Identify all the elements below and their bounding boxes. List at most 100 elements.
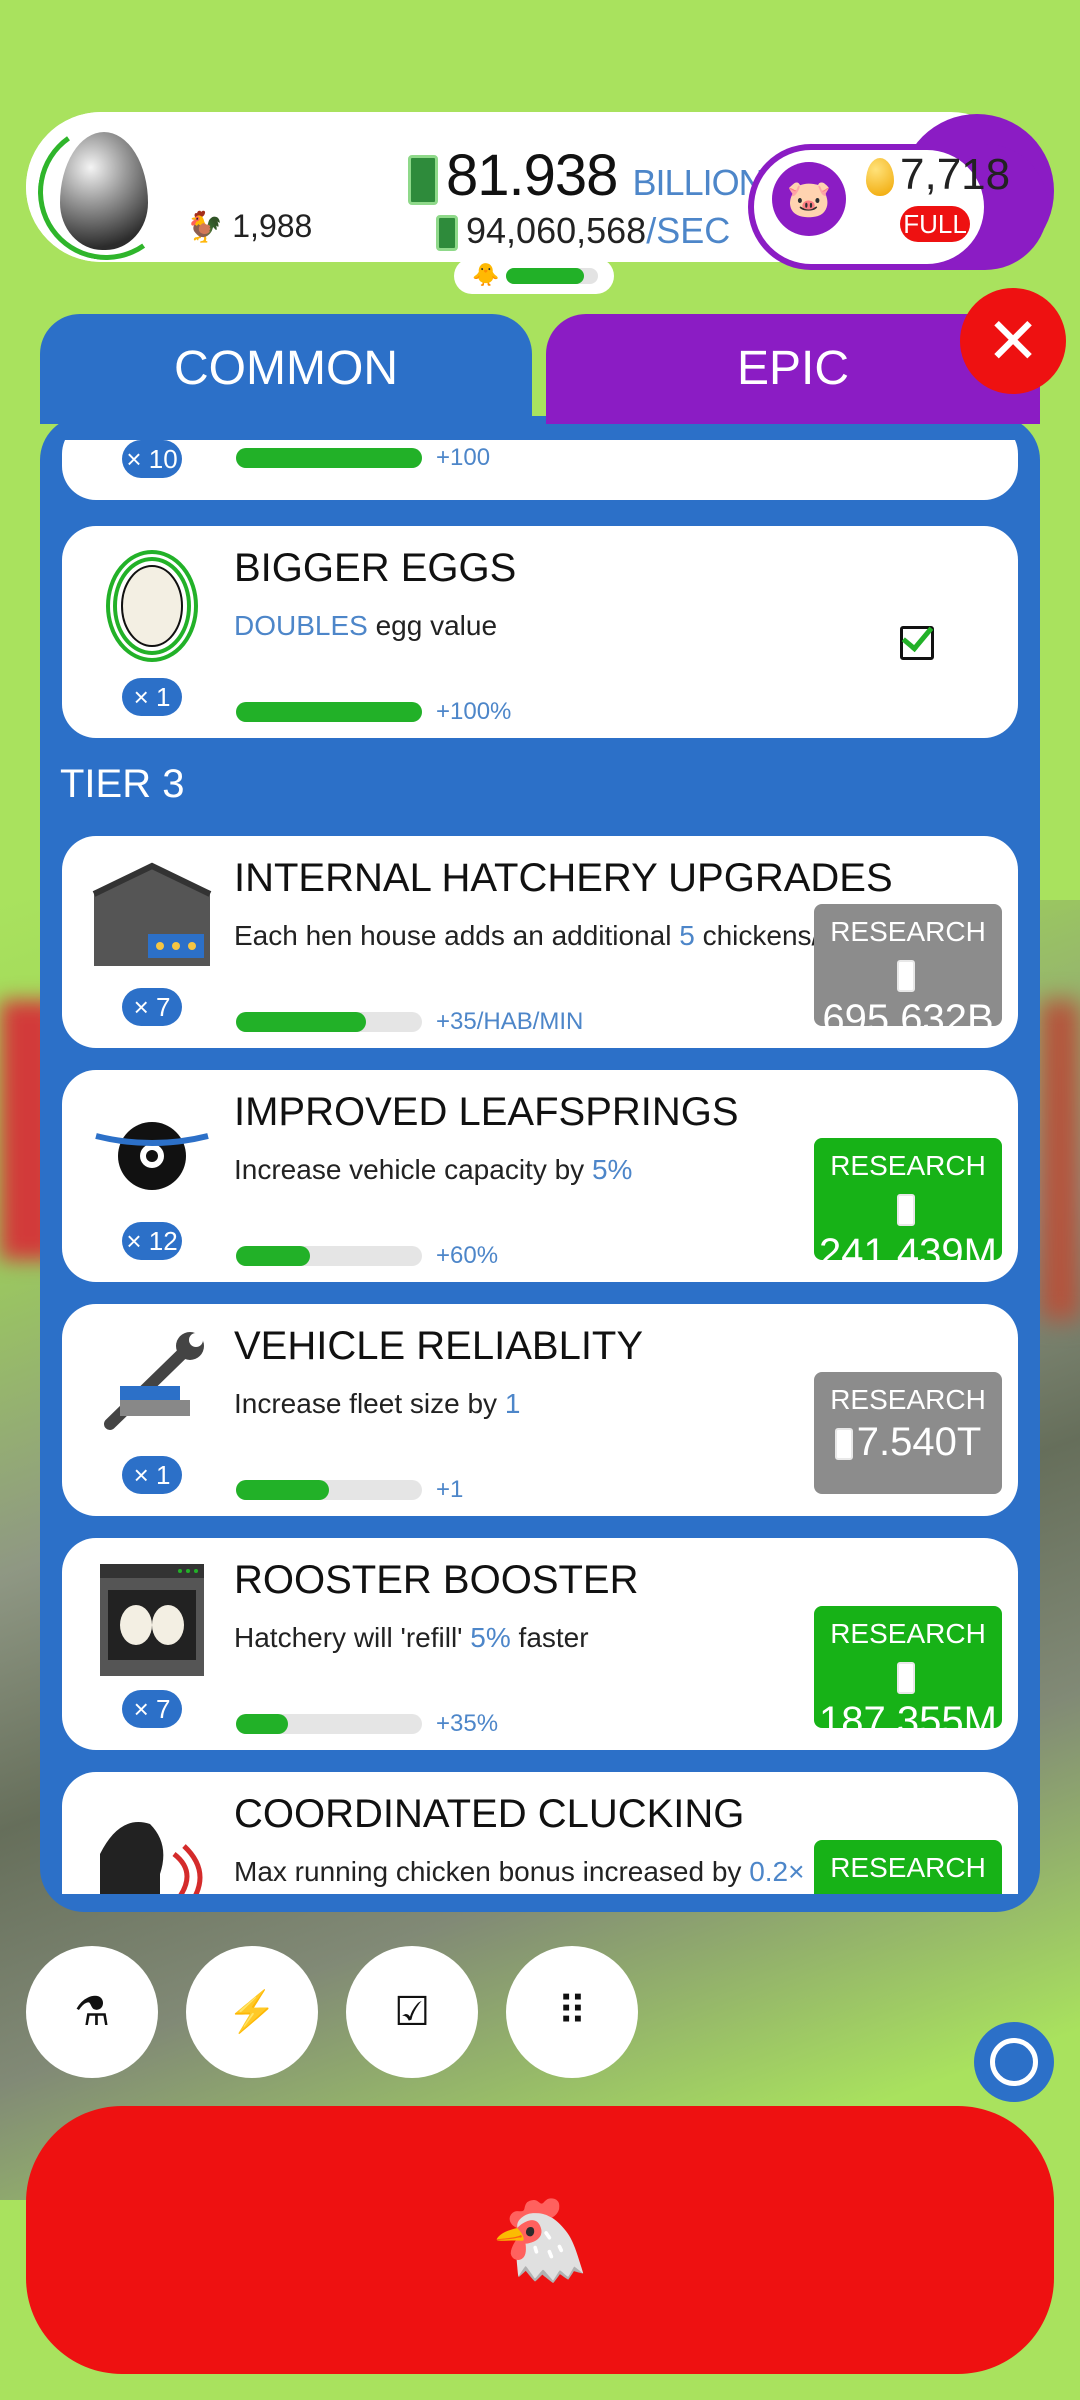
research-description: Max running chicken bonus increased by 0… <box>234 1856 804 1888</box>
research-price: 7.540T <box>814 1420 1002 1465</box>
progress-fill <box>236 1714 289 1734</box>
desc-text: Hatchery will 'refill' <box>234 1622 471 1653</box>
tab-common[interactable]: COMMON <box>40 314 532 424</box>
progress-value: +100 <box>436 444 491 471</box>
incubator-icon <box>100 1564 204 1676</box>
progress-value: +35/HAB/MIN <box>436 1008 584 1035</box>
research-title: INTERNAL HATCHERY UPGRADES <box>234 856 893 900</box>
level-badge: × 12 <box>122 1222 182 1260</box>
level-badge: × 10 <box>122 440 182 478</box>
lightning-icon: ⚡ <box>227 1990 277 2034</box>
research-button[interactable]: RESEARCH 187.355M <box>814 1606 1002 1743</box>
research-card-bigger-eggs: BIGGER EGGS DOUBLES egg value × 1 +100% <box>62 526 1018 738</box>
background-decor <box>1040 1000 1080 1320</box>
wrench-icon <box>104 1332 204 1430</box>
cash-icon <box>834 1428 853 1461</box>
research-button[interactable]: RESEARCH 241.439M <box>814 1138 1002 1275</box>
research-list[interactable]: × 10 +100 BIGGER EGGS DOUBLES egg value … <box>60 440 1020 1894</box>
menu-nav-button[interactable]: ⠿ <box>506 1946 638 2078</box>
progress-value: +1 <box>436 1476 464 1503</box>
money-amount: 81.938 BILLION <box>408 142 765 209</box>
ring-button[interactable] <box>974 2022 1054 2102</box>
research-button-label: RESEARCH <box>830 1852 986 1883</box>
progress-fill <box>236 448 422 468</box>
hatch-progress-bar <box>506 268 598 284</box>
missions-nav-button[interactable]: ☑ <box>346 1946 478 2078</box>
chick-icon: 🐥 <box>472 262 500 287</box>
research-title: ROOSTER BOOSTER <box>234 1558 639 1602</box>
money-rate-value: 94,060,568 <box>466 210 647 251</box>
boost-nav-button[interactable]: ⚡ <box>186 1946 318 2078</box>
wheel-icon <box>95 1122 209 1190</box>
money-unit: BILLION <box>632 162 765 203</box>
research-nav-button[interactable]: ⚗ <box>26 1946 158 2078</box>
flask-icon: ⚗ <box>74 1990 110 2034</box>
hatch-progress-pill: 🐥 <box>454 258 614 294</box>
cash-icon <box>408 154 438 205</box>
research-card-coordinated-clucking: COORDINATED CLUCKING Max running chicken… <box>62 1772 1018 1894</box>
research-button[interactable]: RESEARCH <box>814 1840 1002 1894</box>
research-price-value: 187.355M <box>819 1699 997 1743</box>
research-price: 241.439M <box>814 1186 1002 1276</box>
progress-bar <box>236 1012 422 1032</box>
progress-bar <box>236 702 422 722</box>
chicken-count-value: 1,988 <box>232 208 313 244</box>
cash-icon <box>436 215 458 252</box>
research-price-value: 241.439M <box>819 1231 997 1275</box>
progress-bar <box>236 1246 422 1266</box>
progress-fill <box>236 1246 311 1266</box>
progress-fill <box>236 702 422 722</box>
research-description: Each hen house adds an additional 5 chic… <box>234 920 864 952</box>
hatch-chicken-button[interactable]: 🐔 <box>26 2106 1054 2374</box>
research-button[interactable]: RESEARCH 695.632B <box>814 904 1002 1041</box>
research-description: DOUBLES egg value <box>234 610 497 642</box>
desc-highlight: 0.2× <box>749 1856 805 1887</box>
tier-heading: TIER 3 <box>60 762 185 806</box>
progress-bar <box>236 448 422 468</box>
desc-text: Increase vehicle capacity by <box>234 1154 592 1185</box>
hen-house-icon <box>92 862 212 966</box>
desc-highlight: DOUBLES <box>234 610 368 641</box>
egg-icon <box>106 550 198 662</box>
cash-icon <box>897 1662 915 1695</box>
research-description: Increase vehicle capacity by 5% <box>234 1154 632 1186</box>
cash-icon <box>897 960 915 993</box>
grid-icon: ⠿ <box>557 1990 587 2034</box>
progress-value: +60% <box>436 1242 499 1269</box>
progress-fill <box>236 1480 329 1500</box>
research-price-value: 695.632B <box>822 997 994 1041</box>
research-description: Hatchery will 'refill' 5% faster <box>234 1622 589 1654</box>
level-badge: × 7 <box>122 988 182 1026</box>
chicken-count: 🐓 1,988 <box>186 208 312 245</box>
golden-egg-icon <box>866 158 894 197</box>
close-button[interactable]: ✕ <box>960 288 1066 394</box>
research-title: BIGGER EGGS <box>234 546 517 590</box>
money-rate: 94,060,568/SEC <box>436 210 730 252</box>
research-card-hatchery: INTERNAL HATCHERY UPGRADES Each hen hous… <box>62 836 1018 1048</box>
clucking-chicken-icon <box>100 1822 203 1894</box>
research-card-partial: × 10 +100 <box>62 440 1018 500</box>
desc-text: egg value <box>367 610 498 641</box>
research-card-vehicle-reliability: VEHICLE RELIABLITY Increase fleet size b… <box>62 1304 1018 1516</box>
piggy-bank-icon[interactable]: 🐷 <box>772 162 846 236</box>
money-value: 81.938 <box>446 143 618 208</box>
desc-text: Increase fleet size by <box>234 1388 505 1419</box>
research-button[interactable]: RESEARCH 7.540T <box>814 1372 1002 1494</box>
chicken-icon: 🐓 <box>186 211 224 244</box>
chicken-icon: 🐔 <box>490 2195 590 2284</box>
research-button-label: RESEARCH <box>830 1384 986 1415</box>
hatch-progress-fill <box>506 268 585 284</box>
research-price: 187.355M <box>814 1654 1002 1744</box>
progress-fill <box>236 1012 367 1032</box>
research-card-rooster-booster: ROOSTER BOOSTER Hatchery will 'refill' 5… <box>62 1538 1018 1750</box>
desc-text: Each hen house adds an additional <box>234 920 680 951</box>
completed-check-icon <box>900 626 934 660</box>
progress-bar <box>236 1714 422 1734</box>
desc-highlight: 1 <box>504 1388 521 1419</box>
desc-highlight: 5% <box>470 1622 511 1653</box>
research-price: 695.632B <box>814 952 1002 1042</box>
money-rate-unit: /SEC <box>646 210 731 251</box>
bank-full-badge: FULL <box>900 206 970 242</box>
golden-eggs-value: 7,718 <box>900 150 1011 199</box>
progress-value: +35% <box>436 1710 499 1737</box>
